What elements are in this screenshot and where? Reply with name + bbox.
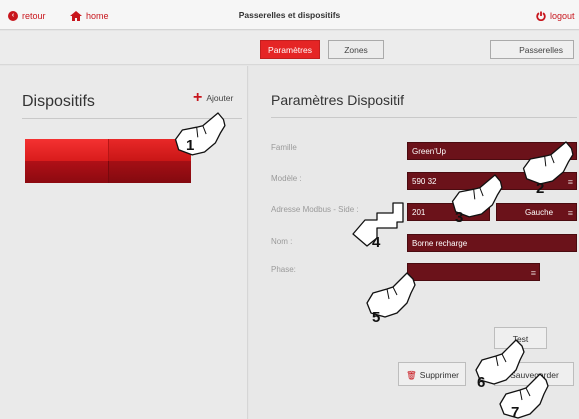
device-cell [109, 139, 191, 161]
delete-label: Supprimer [419, 370, 460, 380]
modele-label: Modèle : [271, 174, 302, 183]
power-icon [536, 11, 546, 21]
phase-label: Phase: [271, 265, 296, 274]
tab-zones[interactable]: Zones [328, 40, 384, 59]
passerelles-button[interactable]: Passerelles [490, 40, 574, 59]
test-button[interactable]: Test [494, 327, 547, 349]
delete-button[interactable]: 🗑 Supprimer [398, 362, 466, 386]
devices-title: Dispositifs [22, 93, 95, 110]
device-list-item[interactable] [25, 139, 191, 183]
menu-icon: ≡ [567, 147, 573, 157]
check-icon: ✓ [500, 370, 508, 380]
adresse-label: Adresse Modbus - Side : [271, 205, 359, 214]
nom-value: Borne recharge [412, 239, 468, 248]
modele-select[interactable]: 590 32 ≡ [407, 172, 577, 190]
divider [271, 117, 577, 118]
passerelles-label: Passerelles [519, 45, 563, 55]
menu-icon: ≡ [567, 177, 573, 187]
menu-icon: ≡ [530, 268, 536, 278]
add-device-button[interactable]: + Ajouter [193, 89, 234, 106]
save-label: Sauvegarder [510, 370, 559, 380]
device-cell [25, 139, 109, 161]
famille-label: Famille [271, 143, 297, 152]
add-label: Ajouter [206, 93, 234, 103]
trash-icon: 🗑 [406, 370, 417, 380]
adresse-modbus-input[interactable]: 201 [407, 203, 490, 221]
tab-parametres[interactable]: Paramètres [260, 40, 320, 59]
side-value: Gauche [525, 208, 554, 217]
menu-icon: ≡ [567, 208, 573, 218]
save-button[interactable]: ✓ Sauvegarder [494, 362, 574, 386]
famille-value: Green'Up [412, 147, 446, 156]
plus-icon: + [193, 89, 203, 106]
logout-label: logout [550, 11, 575, 21]
famille-select[interactable]: Green'Up ≡ [407, 142, 577, 160]
device-cell [25, 161, 109, 183]
adresse-value: 201 [412, 208, 426, 217]
side-select[interactable]: Gauche ≡ [496, 203, 577, 221]
nom-label: Nom : [271, 237, 293, 246]
logout-button[interactable]: logout [536, 10, 575, 22]
modele-value: 590 32 [412, 177, 437, 186]
device-cell [109, 161, 191, 183]
divider [22, 118, 242, 119]
nom-input[interactable]: Borne recharge [407, 234, 577, 252]
tab-bar: Paramètres Zones Passerelles [0, 31, 579, 65]
phase-select[interactable]: ≡ [407, 263, 540, 281]
top-bar: ‹ retour home Passerelles et dispositifs… [0, 0, 579, 30]
page-title: Passerelles et dispositifs [238, 10, 341, 20]
settings-title: Paramètres Dispositif [271, 92, 405, 108]
